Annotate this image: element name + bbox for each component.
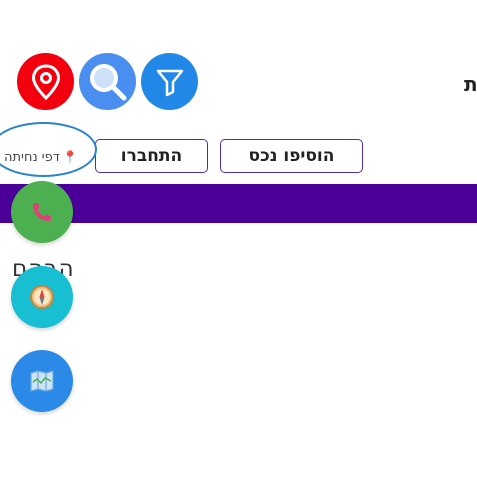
map-pin-small-icon: 📍: [62, 150, 78, 164]
login-button[interactable]: התחברו: [95, 139, 208, 173]
map-pin-button[interactable]: [17, 53, 74, 110]
filter-icon: [156, 69, 183, 96]
search-button[interactable]: [79, 53, 136, 110]
landing-pages-link[interactable]: 📍 דפי נחיתה: [4, 145, 78, 169]
add-property-button[interactable]: הוסיפו נכס: [220, 139, 363, 173]
map-icon: [30, 370, 54, 392]
compass-icon: [30, 285, 54, 309]
filter-button[interactable]: [141, 53, 198, 110]
navigation-button[interactable]: [11, 266, 73, 328]
landing-pages-label: דפי נחיתה: [4, 149, 60, 165]
phone-icon: [33, 203, 51, 221]
phone-button[interactable]: [11, 181, 73, 243]
map-button[interactable]: [11, 350, 73, 412]
map-pin-icon: [31, 63, 60, 100]
page-title-partial: ת: [464, 72, 477, 96]
search-icon: [89, 63, 126, 100]
